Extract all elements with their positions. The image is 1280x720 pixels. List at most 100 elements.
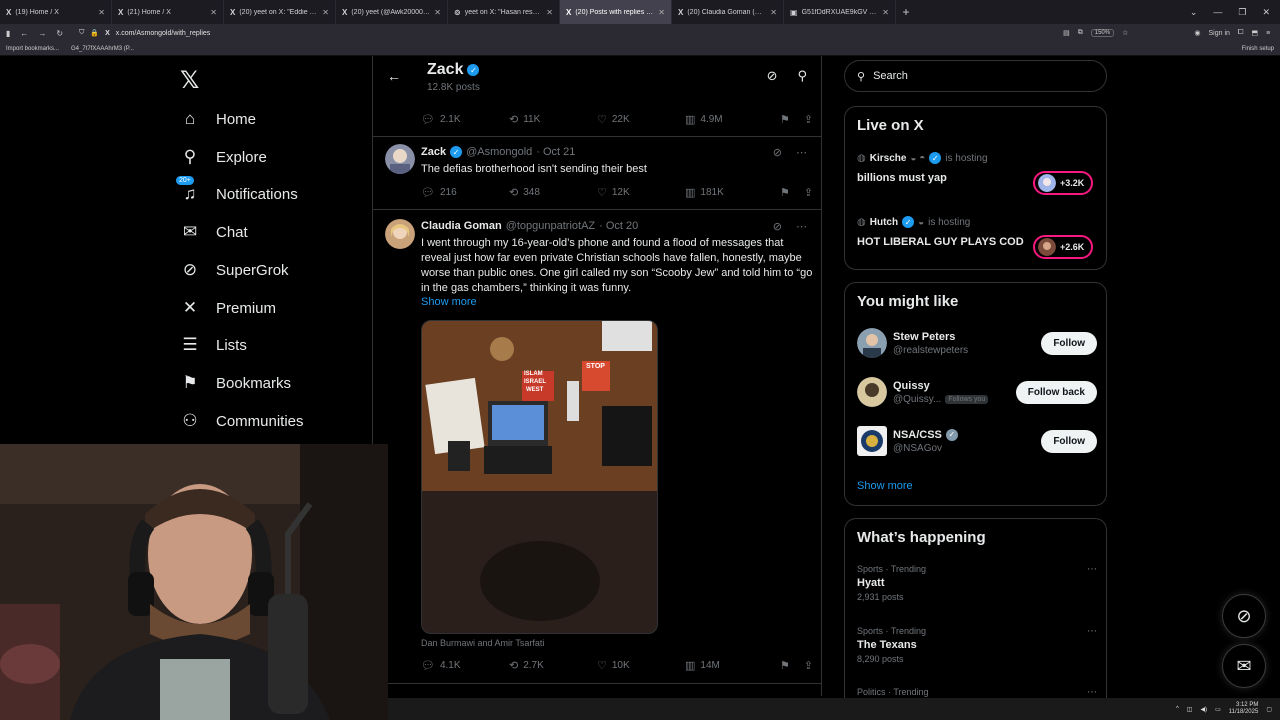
grok-icon[interactable]: ⊘ xyxy=(773,146,782,159)
search-input[interactable]: Search xyxy=(873,70,908,82)
more-icon[interactable]: ⋯ xyxy=(1087,687,1097,698)
author-name[interactable]: Claudia Goman xyxy=(421,220,502,232)
live-host[interactable]: ◍ Kirsche ◒ ◓ ✓ is hosting xyxy=(857,152,988,164)
screenshot-icon[interactable]: ⧉ xyxy=(1078,29,1083,37)
browser-tab[interactable]: ▣G51fDdRXUAE9kGV (JPEG Imag✕ xyxy=(784,0,896,24)
like-button[interactable]: ♡ 10K xyxy=(597,659,685,672)
reader-icon[interactable]: ▤ xyxy=(1063,29,1070,37)
share-icon[interactable]: ⇪ xyxy=(804,113,813,126)
sidebar-item-home[interactable]: ⌂ Home xyxy=(180,104,256,134)
views-button[interactable]: ▥ 181K xyxy=(685,186,773,199)
live-title[interactable]: billions must yap xyxy=(857,172,947,184)
retweet-button[interactable]: ⟲ 11K xyxy=(509,113,597,126)
browser-tab[interactable]: ⊚ yeet on X: "Hasan respond ✕ xyxy=(448,0,560,24)
tweet-date[interactable]: · Oct 21 xyxy=(536,146,575,158)
bookmark-icon[interactable]: ⚑ xyxy=(780,186,790,199)
sidebar-item-explore[interactable]: ⚲ Explore xyxy=(180,142,267,172)
grok-icon[interactable]: ⊘ xyxy=(773,220,782,233)
browser-tab[interactable]: X(20) Claudia Goman (@topgun✕ xyxy=(672,0,784,24)
live-listeners-pill[interactable]: +3.2K xyxy=(1033,171,1093,195)
author-handle[interactable]: @topgunpatriotAZ xyxy=(506,220,595,232)
account-icon[interactable]: ◉ xyxy=(1194,29,1200,37)
grok-fab-button[interactable]: ⊘ xyxy=(1222,594,1266,638)
profile-icon[interactable]: ⬒ xyxy=(1252,29,1259,37)
sidebar-item-premium[interactable]: ✕ Premium xyxy=(180,293,276,323)
close-tab-icon[interactable]: ✕ xyxy=(546,8,553,17)
battery-icon[interactable]: ▭ xyxy=(1215,706,1221,713)
back-arrow-icon[interactable]: ← xyxy=(387,68,401,84)
retweet-button[interactable]: ⟲ 2.7K xyxy=(509,659,597,672)
browser-tab[interactable]: X (21) Home / X ✕ xyxy=(112,0,224,24)
show-more-link[interactable]: Show more xyxy=(421,296,477,308)
trend-item[interactable]: Sports · Trending Hyatt 2,931 posts ⋯ xyxy=(857,564,1097,602)
suggestion-item[interactable]: Stew Peters @realstewpeters Follow xyxy=(857,323,1097,363)
views-button[interactable]: ▥ 4.9M xyxy=(685,113,773,126)
browser-tab-active[interactable]: X(20) Posts with replies by Zack |✕ xyxy=(560,0,672,24)
back-icon[interactable]: ← xyxy=(20,29,28,38)
messages-fab-button[interactable]: ✉ xyxy=(1222,644,1266,688)
grok-icon[interactable]: ⊘ xyxy=(767,68,778,84)
live-listeners-pill[interactable]: +2.6K xyxy=(1033,235,1093,259)
close-tab-icon[interactable]: ✕ xyxy=(882,8,889,17)
close-tab-icon[interactable]: ✕ xyxy=(322,8,329,17)
sidebar-item-chat[interactable]: ✉ Chat xyxy=(180,217,248,247)
notification-center-icon[interactable]: ▢ xyxy=(1266,706,1272,713)
browser-tab[interactable]: X (20) yeet (@Awk20000) / X ✕ xyxy=(336,0,448,24)
browser-tab[interactable]: X (19) Home / X ✕ xyxy=(0,0,112,24)
more-icon[interactable]: ⋯ xyxy=(796,146,807,159)
views-button[interactable]: ▥ 14M xyxy=(685,659,773,672)
show-more-link[interactable]: Show more xyxy=(857,480,913,492)
bookmark-import[interactable]: Import bookmarks... xyxy=(6,46,59,52)
reply-button[interactable]: 💬︎ 2.1K xyxy=(421,113,509,126)
reload-icon[interactable]: ↻ xyxy=(56,29,63,38)
tray-chevron-icon[interactable]: ^ xyxy=(1176,706,1179,712)
new-tab-button[interactable]: + xyxy=(896,5,916,19)
suggestion-item[interactable]: NSA/CSS ✓ @NSAGov Follow xyxy=(857,421,1097,461)
reply-button[interactable]: 💬︎ 216 xyxy=(421,186,509,199)
minimize-icon[interactable]: — xyxy=(1213,7,1222,18)
search-box[interactable]: ⚲ Search xyxy=(844,60,1107,92)
volume-icon[interactable]: ◀) xyxy=(1200,706,1207,713)
sidebar-item-bookmarks[interactable]: ⚑ Bookmarks xyxy=(180,368,291,398)
sidebar-item-notifications[interactable]: ♫ 20+ Notifications xyxy=(176,176,298,209)
more-icon[interactable]: ⋯ xyxy=(1087,564,1097,575)
trend-item[interactable]: Politics · Trending ⋯ xyxy=(857,687,1097,698)
tweet-date[interactable]: · Oct 20 xyxy=(599,220,638,232)
close-tab-icon[interactable]: ✕ xyxy=(210,8,217,17)
share-icon[interactable]: ⇪ xyxy=(804,659,813,672)
network-icon[interactable]: ◫ xyxy=(1187,706,1193,713)
tab-list-icon[interactable]: ⌄ xyxy=(1190,7,1198,18)
follow-button[interactable]: Follow xyxy=(1041,331,1097,355)
suggestion-item[interactable]: Quissy @Quissy... Follows you Follow back xyxy=(857,372,1097,412)
system-clock[interactable]: 3:12 PM 11/18/2025 xyxy=(1229,702,1259,716)
follow-button[interactable]: Follow xyxy=(1041,429,1097,453)
bookmark-icon[interactable]: ⚑ xyxy=(780,659,790,672)
browser-tab[interactable]: X(20) yeet on X: "Eddie gives KP✕ xyxy=(224,0,336,24)
search-icon[interactable]: ⚲ xyxy=(797,68,807,84)
main-timeline[interactable]: ← Zack ✓ 12.8K posts ⊘ ⚲ 💬︎ 2.1K ⟲ 11K ♡ 22… xyxy=(372,56,822,696)
live-host[interactable]: ◍ Hutch ✓ ◒ is hosting xyxy=(857,216,970,228)
finish-setup-link[interactable]: Finish setup xyxy=(1242,46,1274,52)
share-icon[interactable]: ⇪ xyxy=(804,186,813,199)
reply-button[interactable]: 💬︎ 4.1K xyxy=(421,659,509,672)
sidebar-item-supergrok[interactable]: ⊘ SuperGrok xyxy=(180,255,289,285)
trend-item[interactable]: Sports · Trending The Texans 8,290 posts… xyxy=(857,626,1097,664)
zoom-level[interactable]: 150% xyxy=(1090,29,1115,37)
extensions-icon[interactable]: ⧠ xyxy=(1238,29,1244,37)
menu-icon[interactable]: ≡ xyxy=(1266,30,1270,37)
url-bar[interactable]: ⛉ 🔒 X x.com/Asmongold/with_replies xyxy=(73,26,1053,40)
author-handle[interactable]: @Asmongold xyxy=(466,146,532,158)
close-tab-icon[interactable]: ✕ xyxy=(770,8,777,17)
forward-icon[interactable]: → xyxy=(38,29,46,38)
like-button[interactable]: ♡ 12K xyxy=(597,186,685,199)
close-window-icon[interactable]: ✕ xyxy=(1262,7,1270,18)
avatar[interactable] xyxy=(385,219,415,249)
sidebar-item-lists[interactable]: ☰ Lists xyxy=(180,330,246,360)
sidebar-toggle-icon[interactable]: ▮ xyxy=(6,29,10,38)
more-icon[interactable]: ⋯ xyxy=(796,220,807,233)
more-icon[interactable]: ⋯ xyxy=(1087,626,1097,637)
tweet-image[interactable]: ISLAM ISRAEL WEST STOP xyxy=(421,320,658,634)
close-tab-icon[interactable]: ✕ xyxy=(434,8,441,17)
bookmark-item[interactable]: G4_7t7fXAAAhrM3 (P... xyxy=(71,46,134,52)
retweet-button[interactable]: ⟲ 348 xyxy=(509,186,597,199)
